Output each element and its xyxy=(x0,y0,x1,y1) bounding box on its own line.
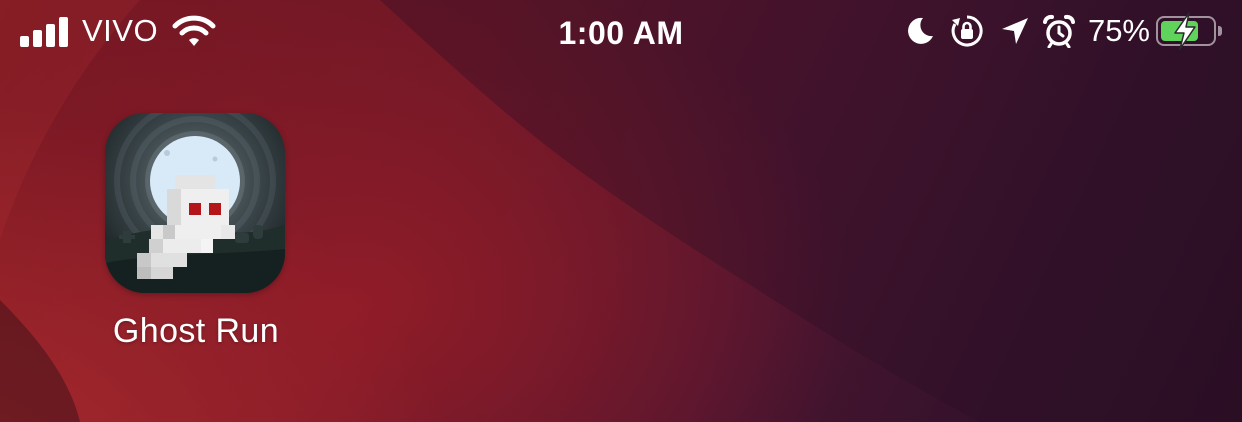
ghost-run-artwork xyxy=(105,113,285,293)
status-bar: VIVO 1:00 AM 75% xyxy=(0,0,1242,66)
app-label: Ghost Run xyxy=(112,312,280,350)
battery-icon xyxy=(1156,12,1226,50)
battery-percentage: 75% xyxy=(1087,13,1150,48)
charging-bolt-icon xyxy=(1174,12,1196,50)
orientation-lock-icon xyxy=(951,15,983,47)
status-right: 75% xyxy=(904,12,1226,50)
alarm-icon xyxy=(1042,14,1075,48)
app-ghost-run[interactable]: Ghost Run xyxy=(96,113,296,351)
moon-icon xyxy=(908,17,933,44)
location-arrow-icon xyxy=(1001,18,1028,44)
ghost-run-app-icon[interactable] xyxy=(105,113,285,293)
